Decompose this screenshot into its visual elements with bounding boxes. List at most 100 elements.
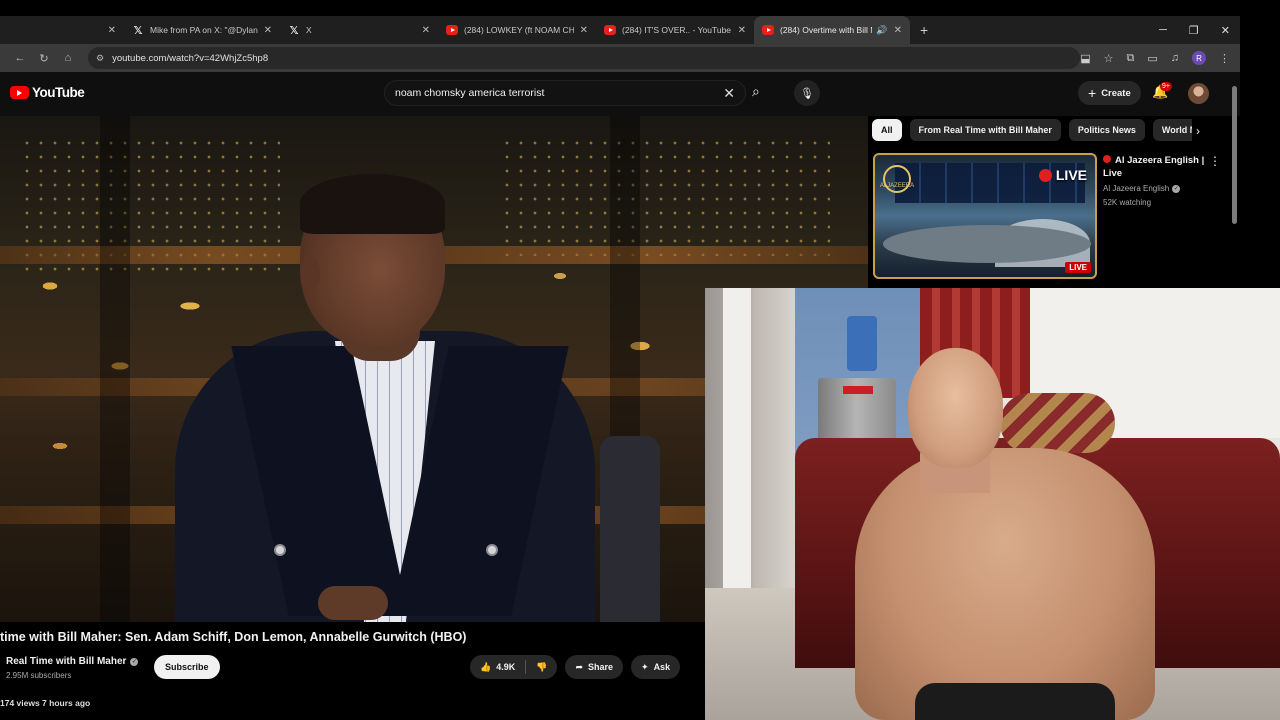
url-field[interactable]: ⚙ youtube.com/watch?v=42WhjZc5hp8	[88, 47, 1081, 69]
chair	[600, 436, 660, 622]
guest-hair	[300, 174, 445, 234]
minimize-icon[interactable]: ─	[1159, 24, 1167, 36]
channel-name-row[interactable]: Real Time with Bill Maher ✓	[6, 656, 139, 667]
live-dot-icon	[1038, 168, 1052, 182]
chip-politics-news[interactable]: Politics News	[1068, 119, 1145, 141]
restore-icon[interactable]: ❐	[1189, 24, 1199, 37]
thumbs-down-icon: 👎	[536, 661, 548, 672]
address-bar-row: ← ↻ ⌂ ⚙ youtube.com/watch?v=42WhjZc5hp8 …	[0, 44, 1240, 72]
browser-tab[interactable]: 𝕏 Mike from PA on X: "@DylanBu ✕	[124, 16, 280, 44]
chip-from-channel[interactable]: From Real Time with Bill Maher	[909, 119, 1061, 141]
live-badge: LIVE	[1065, 262, 1091, 273]
user-avatar[interactable]	[1188, 83, 1209, 104]
clear-search-icon[interactable]: ✕	[723, 85, 735, 102]
ask-button[interactable]: ✦ Ask	[631, 655, 681, 679]
browser-tab-bar: ✕ 𝕏 Mike from PA on X: "@DylanBu ✕ 𝕏 X ✕…	[0, 16, 1240, 44]
create-button[interactable]: + Create	[1078, 81, 1141, 105]
youtube-favicon-icon	[446, 25, 458, 35]
new-tab-button[interactable]: +	[920, 22, 928, 38]
site-info-icon[interactable]: ⚙	[96, 53, 104, 64]
water-jug	[847, 316, 877, 371]
tab-title: X	[306, 25, 312, 35]
speaker-icon[interactable]: 🔊	[876, 25, 887, 36]
youtube-play-logo-icon	[10, 86, 29, 99]
x-logo-icon: 𝕏	[289, 24, 299, 37]
youtube-header: YouTube noam chomsky america terrorist ✕…	[0, 72, 1240, 116]
recommendation-info[interactable]: Al Jazeera English | Live Al Jazeera Eng…	[1103, 154, 1221, 207]
browser-profile-avatar[interactable]: R	[1192, 51, 1206, 65]
streamer-torso	[855, 448, 1155, 720]
browser-tab[interactable]: ✕	[0, 16, 124, 44]
tab-title: (284) LOWKEY (ft NOAM CHOM	[464, 25, 574, 35]
home-icon[interactable]: ⌂	[56, 52, 80, 64]
video-title: time with Bill Maher: Sen. Adam Schiff, …	[0, 630, 467, 644]
screen-edge	[1240, 0, 1280, 290]
chip-world-news[interactable]: World News	[1152, 119, 1192, 141]
browser-tab-active[interactable]: (284) Overtime with Bill Ma 🔊 ✕	[754, 16, 910, 44]
install-app-icon[interactable]: ⬓	[1080, 52, 1090, 65]
sidebar-icon[interactable]: ▭	[1147, 52, 1157, 65]
plus-icon: +	[1088, 85, 1097, 101]
ask-label: Ask	[653, 662, 671, 672]
voice-search-mic-icon[interactable]: 🎙	[794, 80, 820, 106]
youtube-wordmark: YouTube	[32, 85, 85, 100]
more-options-icon[interactable]: ⋮	[1209, 154, 1221, 168]
recommendation-channel-row: Al Jazeera English ✓	[1103, 184, 1221, 193]
tab-close-icon[interactable]: ✕	[422, 25, 430, 36]
tab-close-icon[interactable]: ✕	[894, 25, 902, 36]
live-dot-icon	[1103, 155, 1111, 163]
pillow	[1000, 393, 1115, 453]
streamer-head	[908, 348, 1003, 468]
verified-check-icon: ✓	[1172, 184, 1181, 193]
media-controls-icon[interactable]: ♫	[1171, 52, 1179, 64]
tab-title: (284) Overtime with Bill Ma	[780, 25, 873, 35]
recommendation-title-row: Al Jazeera English | Live	[1103, 154, 1221, 180]
bookmark-star-icon[interactable]: ☆	[1104, 52, 1114, 65]
chip-all[interactable]: All	[872, 119, 902, 141]
recommendation-thumbnail[interactable]: ALJAZEERA LIVE LIVE	[873, 153, 1097, 279]
tab-close-icon[interactable]: ✕	[264, 25, 272, 36]
lapel-mic-icon	[486, 544, 498, 556]
chevron-right-icon[interactable]: ›	[1196, 124, 1200, 138]
browser-tab[interactable]: (284) LOWKEY (ft NOAM CHOM ✕	[438, 16, 596, 44]
sticker-logo	[843, 386, 873, 394]
extensions-icon[interactable]: ⧉	[1126, 52, 1134, 65]
browser-menu-icon[interactable]: ⋮	[1219, 52, 1230, 65]
dislike-button[interactable]: 👎	[526, 655, 557, 679]
tab-close-icon[interactable]: ✕	[738, 25, 746, 36]
recommendation-title[interactable]: Al Jazeera English | Live	[1103, 155, 1204, 179]
channel-name[interactable]: Real Time with Bill Maher	[6, 656, 126, 667]
share-button[interactable]: ➦ Share	[565, 655, 624, 679]
sparkle-icon: ✦	[641, 661, 649, 672]
browser-toolbar-icons: ⬓ ☆ ⧉ ▭ ♫ R ⋮	[1080, 51, 1230, 65]
reload-icon[interactable]: ↻	[32, 52, 56, 65]
browser-tab[interactable]: 𝕏 X ✕	[280, 16, 438, 44]
lapel-mic-icon	[274, 544, 286, 556]
browser-tab[interactable]: (284) IT'S OVER.. - YouTube ✕	[596, 16, 754, 44]
screen: ✕ 𝕏 Mike from PA on X: "@DylanBu ✕ 𝕏 X ✕…	[0, 0, 1280, 720]
recommendation-chips: All From Real Time with Bill Maher Polit…	[872, 119, 1192, 141]
page-scrollbar[interactable]	[1232, 86, 1237, 224]
close-window-icon[interactable]: ✕	[1221, 24, 1230, 37]
verified-check-icon: ✓	[130, 657, 139, 666]
back-icon[interactable]: ←	[8, 52, 32, 64]
channel-info: Real Time with Bill Maher ✓ 2.95M subscr…	[6, 656, 139, 680]
search-query: noam chomsky america terrorist	[395, 87, 545, 99]
recommendation-channel[interactable]: Al Jazeera English	[1103, 184, 1169, 193]
tab-close-icon[interactable]: ✕	[108, 25, 116, 36]
window-controls: ─ ❐ ✕	[1159, 16, 1230, 44]
youtube-favicon-icon	[762, 25, 774, 35]
tab-close-icon[interactable]: ✕	[580, 25, 588, 36]
youtube-favicon-icon	[604, 25, 616, 35]
search-icon[interactable]: ⌕	[752, 83, 760, 100]
share-arrow-icon: ➦	[575, 661, 583, 672]
url-text: youtube.com/watch?v=42WhjZc5hp8	[112, 52, 269, 64]
search-input[interactable]: noam chomsky america terrorist ✕	[384, 80, 746, 106]
like-button[interactable]: 👍 4.9K	[470, 655, 525, 679]
youtube-logo[interactable]: YouTube	[10, 85, 85, 100]
al-jazeera-logo-icon: ALJAZEERA	[880, 165, 914, 193]
tab-title: Mike from PA on X: "@DylanBu	[150, 25, 258, 35]
subscribe-button[interactable]: Subscribe	[154, 655, 220, 679]
guest-ear	[300, 256, 320, 290]
newsroom-desk	[883, 225, 1091, 263]
